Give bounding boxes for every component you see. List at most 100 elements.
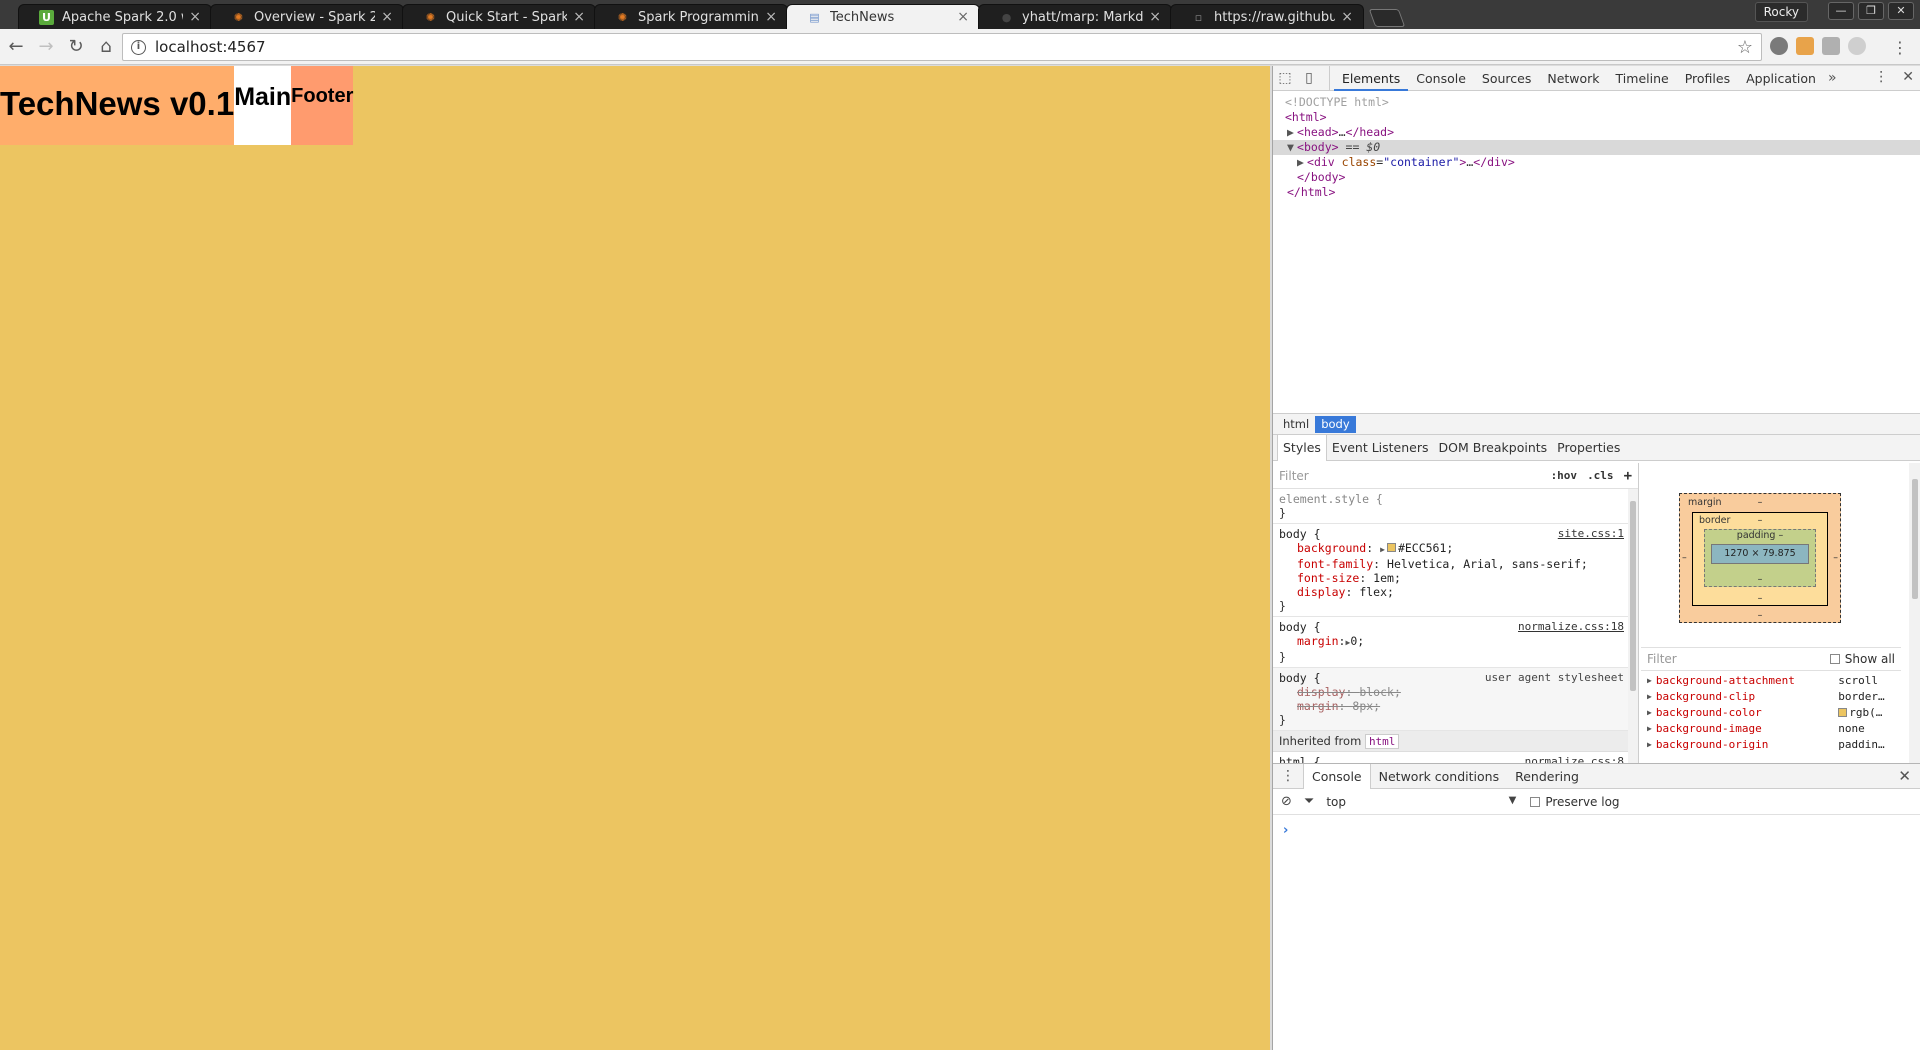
computed-scrollbar[interactable] xyxy=(1909,463,1920,763)
address-bar[interactable]: i localhost:4567 ☆ xyxy=(122,33,1762,61)
close-window-button[interactable]: ✕ xyxy=(1888,2,1914,20)
expand-triangle-icon[interactable]: ▶ xyxy=(1647,737,1652,753)
expand-triangle-icon[interactable]: ▶ xyxy=(1647,721,1652,737)
inherited-tag[interactable]: html xyxy=(1364,734,1400,749)
preserve-log-checkbox[interactable] xyxy=(1530,796,1541,807)
menu-kebab-icon[interactable]: ⋮ xyxy=(1886,33,1914,61)
dom-html-open[interactable]: <html> xyxy=(1273,110,1920,125)
style-rule-site[interactable]: body { site.css:1 background: ▶ #ECC561; f… xyxy=(1273,524,1638,617)
color-swatch-icon[interactable] xyxy=(1386,543,1396,552)
tab-elements[interactable]: Elements xyxy=(1334,66,1409,91)
computed-property-row[interactable]: ▶ background-image none xyxy=(1641,721,1901,737)
expand-triangle-icon[interactable]: ▶ xyxy=(1287,125,1297,140)
devtools-menu-icon[interactable]: ⋮ xyxy=(1874,69,1888,85)
computed-property-row[interactable]: ▶ background-color rgb(… xyxy=(1641,705,1901,721)
extension-circle-icon[interactable] xyxy=(1848,37,1866,55)
dom-body-close[interactable]: </body> xyxy=(1273,170,1920,185)
profile-button[interactable]: Rocky xyxy=(1754,2,1808,22)
computed-property-row[interactable]: ▶ background-origin paddin… xyxy=(1641,737,1901,753)
scrollbar-thumb[interactable] xyxy=(1912,479,1918,599)
expand-triangle-icon[interactable]: ▶ xyxy=(1647,689,1652,705)
drawer-tab-network-conditions[interactable]: Network conditions xyxy=(1371,764,1507,789)
expand-triangle-icon[interactable]: ▶ xyxy=(1647,705,1652,721)
rule-source-link[interactable]: site.css:1 xyxy=(1558,527,1624,541)
style-property[interactable]: font-size: 1em; xyxy=(1279,571,1632,585)
minimize-button[interactable]: — xyxy=(1828,2,1854,20)
expand-triangle-icon[interactable]: ▶ xyxy=(1647,673,1652,689)
dom-div-container[interactable]: ▶ <div class="container">…</div> xyxy=(1273,155,1920,170)
dom-head[interactable]: ▶ <head>…</head> xyxy=(1273,125,1920,140)
subtab-properties[interactable]: Properties xyxy=(1552,435,1625,461)
browser-tab[interactable]: U Apache Spark 2.0 with S × xyxy=(18,4,212,29)
rule-source-link[interactable]: normalize.css:18 xyxy=(1518,620,1624,634)
inspect-element-icon[interactable]: ⬚ xyxy=(1273,66,1297,90)
subtab-dom-breakpoints[interactable]: DOM Breakpoints xyxy=(1434,435,1553,461)
cls-button[interactable]: .cls xyxy=(1587,469,1614,482)
expand-triangle-icon[interactable]: ▶ xyxy=(1297,155,1307,170)
tab-close-icon[interactable]: × xyxy=(189,9,201,25)
styles-filter-input[interactable]: Filter xyxy=(1279,469,1541,483)
show-all-checkbox[interactable] xyxy=(1829,654,1840,664)
console-prompt[interactable]: › xyxy=(1273,815,1920,838)
dom-doctype[interactable]: <!DOCTYPE html> xyxy=(1273,95,1920,110)
style-property[interactable]: font-family: Helvetica, Arial, sans-seri… xyxy=(1279,557,1632,571)
style-property[interactable]: display: flex; xyxy=(1279,585,1632,599)
tab-application[interactable]: Application xyxy=(1738,66,1824,91)
browser-tab[interactable]: ▫ https://raw.githubuserco × xyxy=(1170,4,1364,29)
tab-profiles[interactable]: Profiles xyxy=(1677,66,1738,91)
tab-sources[interactable]: Sources xyxy=(1474,66,1539,91)
tab-timeline[interactable]: Timeline xyxy=(1608,66,1677,91)
clear-console-icon[interactable]: ⊘ xyxy=(1281,794,1292,809)
browser-tab[interactable]: ● yhatt/marp: Markdown p × xyxy=(978,4,1172,29)
forward-button[interactable]: → xyxy=(32,33,60,61)
computed-property-row[interactable]: ▶ background-attachment scroll xyxy=(1641,673,1901,689)
home-button[interactable]: ⌂ xyxy=(92,33,120,61)
tab-close-icon[interactable]: × xyxy=(1149,9,1161,25)
drawer-close-icon[interactable]: ✕ xyxy=(1898,767,1911,785)
computed-property-row[interactable]: ▶ background-clip border… xyxy=(1641,689,1901,705)
tab-close-icon[interactable]: × xyxy=(381,9,393,25)
browser-tab[interactable]: ▤ TechNews × xyxy=(786,4,980,29)
tab-close-icon[interactable]: × xyxy=(1341,9,1353,25)
dom-body[interactable]: ▼ <body> == $0 xyxy=(1273,140,1920,155)
tab-close-icon[interactable]: × xyxy=(957,9,969,25)
devtools-close-icon[interactable]: ✕ xyxy=(1902,69,1914,85)
tab-console[interactable]: Console xyxy=(1408,66,1474,91)
ublock-extension-icon[interactable] xyxy=(1770,37,1788,55)
bookmark-star-icon[interactable]: ☆ xyxy=(1737,37,1753,58)
style-rule-html[interactable]: html { normalize.css:8 xyxy=(1273,752,1638,763)
drawer-menu-icon[interactable]: ⋮ xyxy=(1273,764,1303,789)
back-button[interactable]: ← xyxy=(2,33,30,61)
filter-funnel-icon[interactable]: ⏷ xyxy=(1304,794,1314,809)
device-toolbar-icon[interactable]: ▯ xyxy=(1297,66,1321,90)
drawer-tab-console[interactable]: Console xyxy=(1303,763,1371,789)
rule-source-link[interactable]: normalize.css:8 xyxy=(1525,755,1624,763)
extension-grid-icon[interactable] xyxy=(1822,37,1840,55)
breadcrumb-item[interactable]: body xyxy=(1315,415,1356,433)
extension-icon[interactable] xyxy=(1796,37,1814,55)
info-icon[interactable]: i xyxy=(131,39,146,55)
subtab-styles[interactable]: Styles xyxy=(1277,434,1327,461)
new-rule-button[interactable]: + xyxy=(1624,468,1632,484)
overridden-style-property[interactable]: margin: 8px; xyxy=(1279,699,1632,713)
tab-close-icon[interactable]: × xyxy=(765,9,777,25)
more-tabs-icon[interactable]: » xyxy=(1828,70,1837,86)
maximize-button[interactable]: ❐ xyxy=(1858,2,1884,20)
style-rule-normalize[interactable]: body { normalize.css:18 margin:▶0; } xyxy=(1273,617,1638,668)
new-tab-button[interactable] xyxy=(1368,9,1406,27)
context-selector[interactable]: top ▼ xyxy=(1326,795,1516,809)
styles-scrollbar[interactable] xyxy=(1628,489,1638,763)
hov-button[interactable]: :hov xyxy=(1551,469,1578,482)
expand-triangle-icon[interactable]: ▶ xyxy=(1380,545,1385,554)
subtab-event-listeners[interactable]: Event Listeners xyxy=(1327,435,1434,461)
collapse-triangle-icon[interactable]: ▼ xyxy=(1287,140,1297,155)
browser-tab[interactable]: ✺ Overview - Spark 2.0.2 D × xyxy=(210,4,404,29)
browser-tab[interactable]: ✺ Quick Start - Spark 2.0.2 × xyxy=(402,4,596,29)
style-rule-user-agent[interactable]: body { user agent stylesheet display: bl… xyxy=(1273,668,1638,731)
scrollbar-thumb[interactable] xyxy=(1630,501,1636,691)
computed-filter-input[interactable]: Filter xyxy=(1647,652,1830,666)
style-property[interactable]: margin:▶0; xyxy=(1279,634,1632,650)
reload-button[interactable]: ↻ xyxy=(62,33,90,61)
tab-close-icon[interactable]: × xyxy=(573,9,585,25)
breadcrumb-item[interactable]: html xyxy=(1277,416,1315,433)
